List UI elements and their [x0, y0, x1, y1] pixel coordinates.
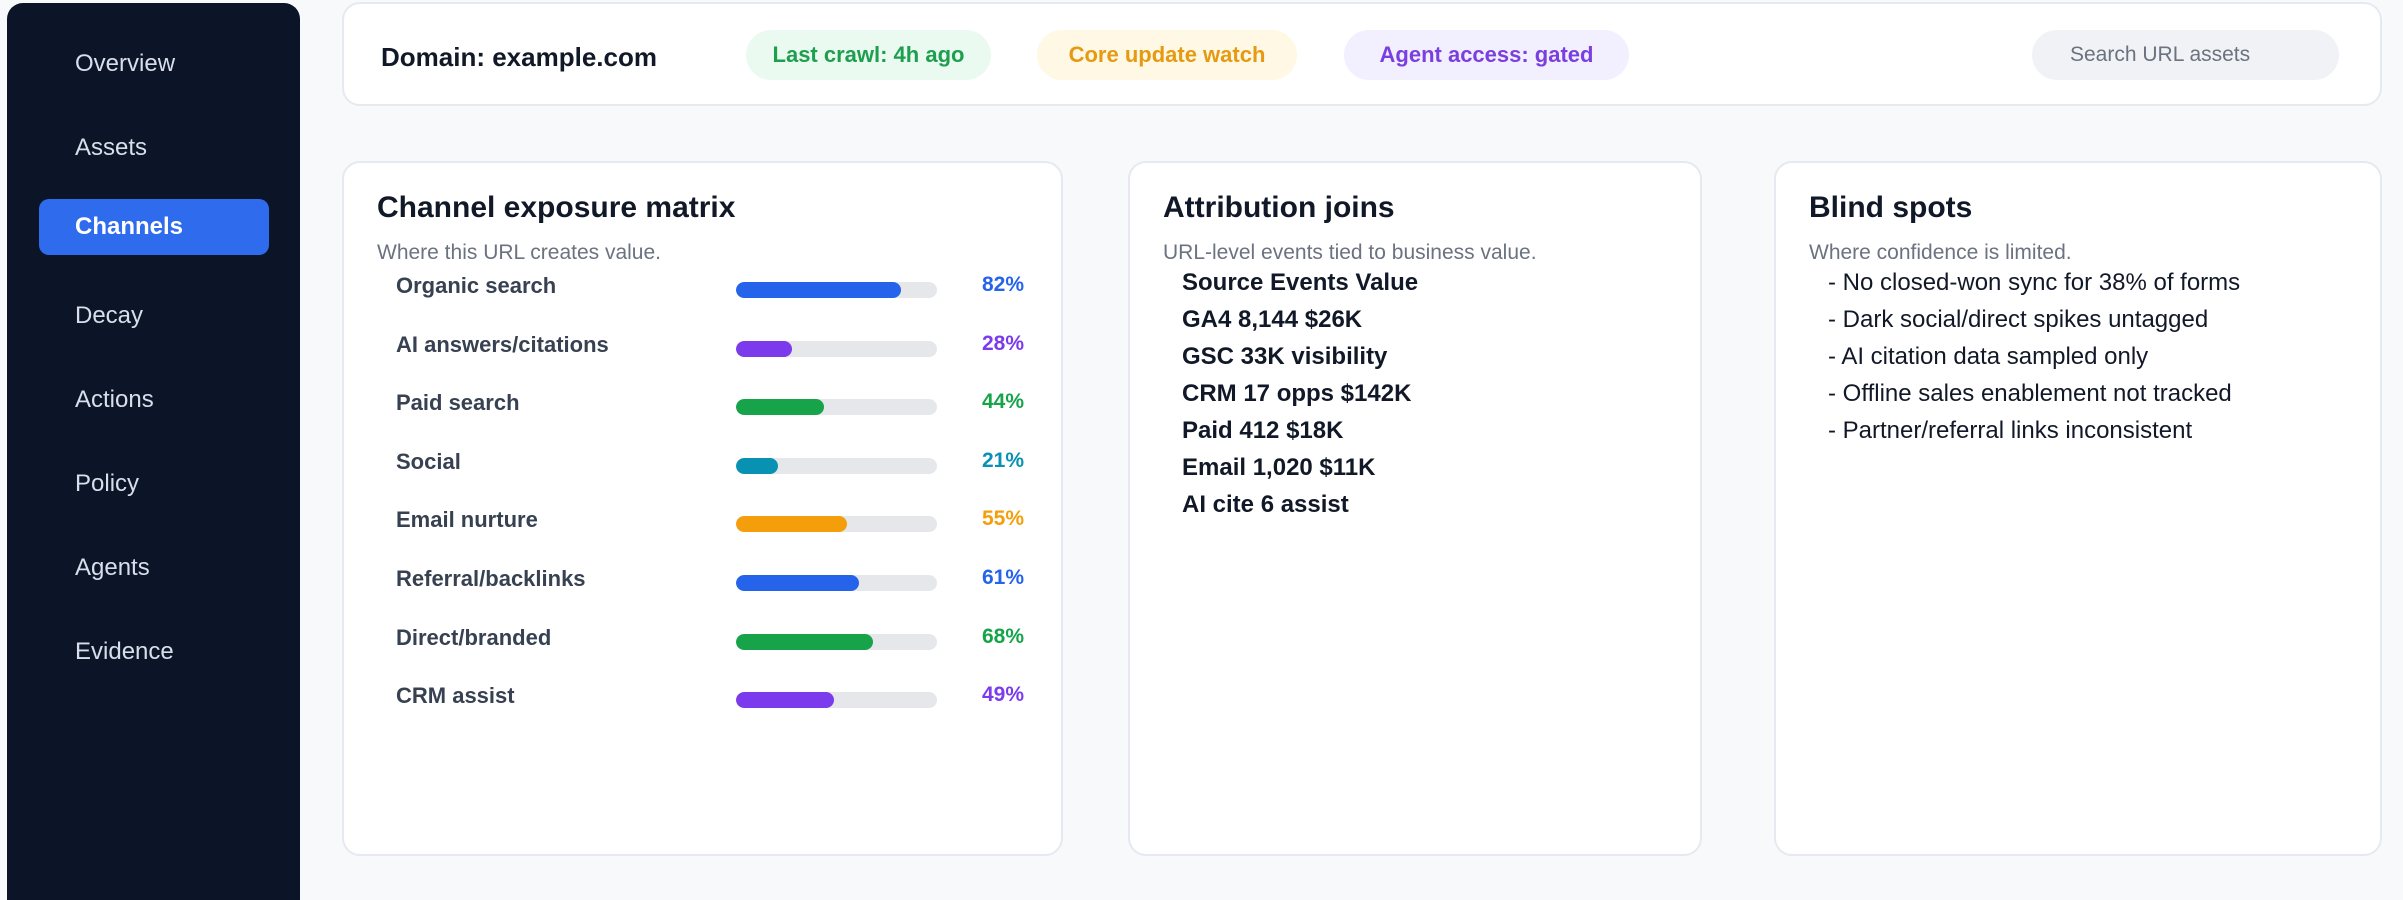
- exposure-row: CRM assist 49%: [344, 677, 1061, 717]
- attribution-card: Attribution joins URL-level events tied …: [1128, 161, 1702, 856]
- sidebar-item-evidence[interactable]: Evidence: [39, 624, 269, 680]
- channel-exposure-card: Channel exposure matrix Where this URL c…: [342, 161, 1063, 856]
- core-update-badge: Core update watch: [1037, 30, 1297, 80]
- exposure-value: 68%: [981, 624, 1024, 648]
- exposure-row: Paid search 44%: [344, 384, 1061, 424]
- exposure-bar-fill: [736, 692, 835, 709]
- exposure-row: Email nurture 55%: [344, 501, 1061, 541]
- exposure-value: 82%: [981, 273, 1024, 296]
- header-bar: Domain: example.com Last crawl: 4h ago C…: [342, 2, 2382, 106]
- domain-label: Domain: example.com: [381, 42, 657, 72]
- exposure-bar-track: [736, 340, 937, 357]
- exposure-row: Direct/branded 68%: [344, 619, 1061, 659]
- exposure-bar-fill: [736, 633, 873, 650]
- card-subtitle: Where this URL creates value.: [377, 241, 662, 264]
- agent-access-badge: Agent access: gated: [1344, 30, 1629, 80]
- blind-spots-card: Blind spots Where confidence is limited.…: [1774, 161, 2382, 856]
- card-title: Blind spots: [1809, 191, 1973, 224]
- blind-spot-item: - Dark social/direct spikes untagged: [1828, 306, 2209, 333]
- channel-label: Social: [396, 448, 461, 474]
- sidebar-item-overview[interactable]: Overview: [39, 36, 269, 92]
- card-title: Channel exposure matrix: [377, 191, 736, 224]
- exposure-row: Referral/backlinks 61%: [344, 560, 1061, 600]
- attribution-line: CRM 17 opps $142K: [1182, 380, 1412, 407]
- attribution-line: Email 1,020 $11K: [1182, 454, 1376, 481]
- exposure-bar-track: [736, 692, 937, 709]
- channel-label: Email nurture: [396, 507, 538, 533]
- attribution-header-line: Source Events Value: [1182, 269, 1419, 296]
- exposure-value: 49%: [981, 683, 1024, 707]
- exposure-row: Social 21%: [344, 443, 1061, 483]
- channel-label: AI answers/citations: [396, 331, 609, 357]
- channel-label: Organic search: [396, 273, 557, 298]
- channel-label: Paid search: [396, 390, 520, 416]
- exposure-bar-track: [736, 399, 937, 416]
- sidebar-item-decay[interactable]: Decay: [39, 288, 269, 344]
- exposure-bar-fill: [736, 516, 847, 533]
- attribution-line: GSC 33K visibility: [1182, 343, 1388, 370]
- exposure-bar-fill: [736, 340, 793, 357]
- exposure-bar-fill: [736, 575, 859, 591]
- exposure-value: 21%: [981, 448, 1024, 472]
- exposure-bar-track: [736, 457, 937, 474]
- exposure-row: Organic search 82%: [344, 267, 1061, 307]
- exposure-bar-track: [736, 516, 937, 533]
- exposure-bar-fill: [736, 399, 825, 416]
- app-root: Overview Assets Channels Decay Actions P…: [0, 0, 2403, 900]
- attribution-line: Paid 412 $18K: [1182, 417, 1344, 444]
- sidebar-item-assets[interactable]: Assets: [39, 120, 269, 176]
- exposure-bar-fill: [736, 282, 901, 298]
- search-input[interactable]: [2032, 30, 2339, 80]
- blind-spot-item: - No closed-won sync for 38% of forms: [1828, 269, 2241, 296]
- channel-label: CRM assist: [396, 683, 515, 709]
- exposure-value: 44%: [981, 390, 1024, 414]
- blind-spot-item: - AI citation data sampled only: [1828, 343, 2149, 370]
- exposure-value: 61%: [981, 566, 1024, 589]
- exposure-value: 55%: [981, 507, 1024, 531]
- card-subtitle: URL-level events tied to business value.: [1163, 241, 1537, 264]
- exposure-row: AI answers/citations 28%: [344, 326, 1061, 366]
- blind-spot-item: - Offline sales enablement not tracked: [1828, 380, 2232, 407]
- sidebar: Overview Assets Channels Decay Actions P…: [7, 3, 300, 900]
- exposure-bar-track: [736, 282, 937, 298]
- exposure-bar-track: [736, 633, 937, 650]
- attribution-line: AI cite 6 assist: [1182, 491, 1349, 518]
- exposure-bar-fill: [736, 457, 779, 474]
- blind-spot-item: - Partner/referral links inconsistent: [1828, 417, 2193, 444]
- exposure-value: 28%: [981, 331, 1024, 355]
- card-subtitle: Where confidence is limited.: [1809, 241, 2072, 264]
- sidebar-item-policy[interactable]: Policy: [39, 456, 269, 512]
- sidebar-item-actions[interactable]: Actions: [39, 372, 269, 428]
- sidebar-item-agents[interactable]: Agents: [39, 540, 269, 596]
- last-crawl-badge: Last crawl: 4h ago: [746, 30, 991, 80]
- sidebar-item-channels[interactable]: Channels: [39, 199, 269, 255]
- channel-label: Direct/branded: [396, 624, 552, 650]
- attribution-line: GA4 8,144 $26K: [1182, 306, 1363, 333]
- exposure-bar-track: [736, 575, 937, 591]
- card-title: Attribution joins: [1163, 191, 1395, 224]
- channel-label: Referral/backlinks: [396, 566, 586, 591]
